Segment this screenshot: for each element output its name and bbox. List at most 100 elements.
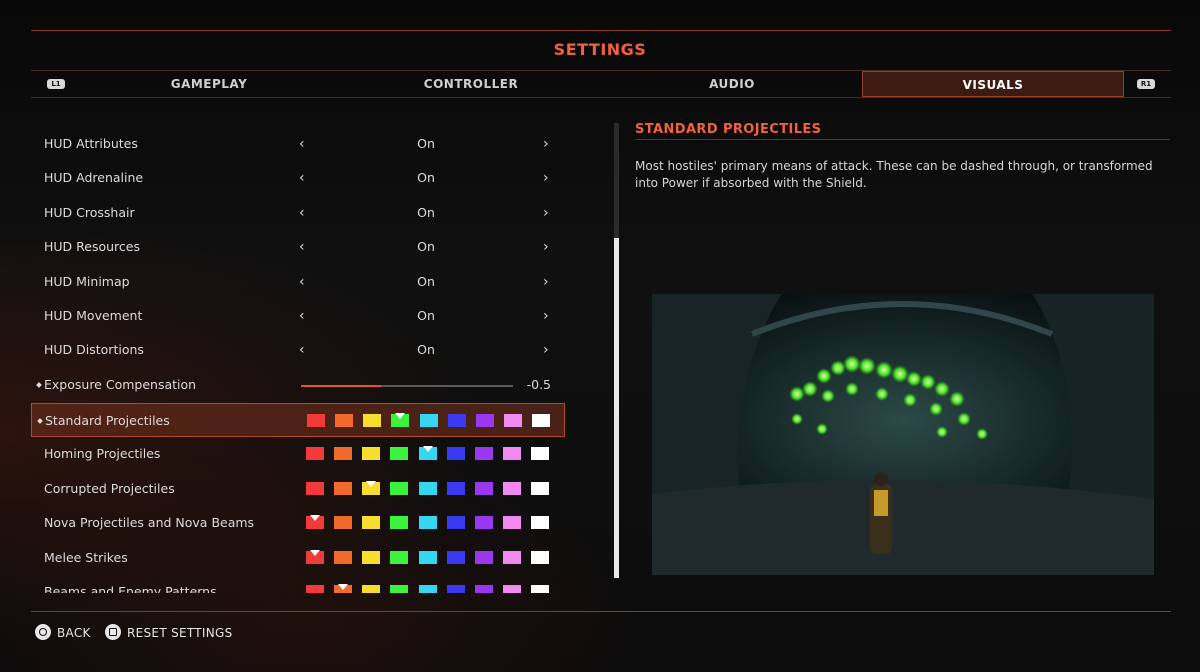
exposure-slider[interactable] xyxy=(301,385,513,387)
setting-row-toggle[interactable]: HUD Attributes ‹ On › xyxy=(31,127,565,161)
color-swatch[interactable] xyxy=(334,584,352,593)
color-swatch[interactable] xyxy=(363,414,381,427)
color-swatch[interactable] xyxy=(531,516,549,530)
color-swatch[interactable] xyxy=(420,414,438,427)
chevron-left-icon[interactable]: ‹ xyxy=(299,161,305,195)
header-divider-top xyxy=(31,30,1171,31)
setting-row-color[interactable]: Standard Projectiles xyxy=(31,403,565,437)
setting-row-toggle[interactable]: HUD Resources ‹ On › xyxy=(31,230,565,264)
chevron-left-icon[interactable]: ‹ xyxy=(299,265,305,299)
color-swatch[interactable] xyxy=(447,585,465,593)
color-swatch[interactable] xyxy=(447,481,465,495)
color-swatch[interactable] xyxy=(532,414,550,427)
setting-value: On xyxy=(417,204,435,220)
r1-bumper-icon[interactable]: R1 xyxy=(1137,79,1155,89)
color-swatch[interactable] xyxy=(531,481,549,495)
chevron-left-icon[interactable]: ‹ xyxy=(299,299,305,333)
chevron-right-icon[interactable]: › xyxy=(543,196,549,230)
setting-row-toggle[interactable]: HUD Distortions ‹ On › xyxy=(31,333,565,367)
scrollbar-thumb[interactable] xyxy=(614,238,619,578)
color-swatch[interactable] xyxy=(531,447,549,461)
color-swatch[interactable] xyxy=(306,549,324,564)
setting-row-toggle[interactable]: HUD Movement ‹ On › xyxy=(31,299,565,333)
color-swatch[interactable] xyxy=(503,585,521,593)
color-swatch[interactable] xyxy=(503,516,521,530)
setting-row-exposure[interactable]: Exposure Compensation -0.5 xyxy=(31,368,565,402)
color-swatch[interactable] xyxy=(306,585,324,593)
chevron-right-icon[interactable]: › xyxy=(543,265,549,299)
back-button[interactable]: BACK xyxy=(57,624,91,642)
setting-row-color[interactable]: Beams and Enemy Patterns xyxy=(31,575,565,593)
chevron-left-icon[interactable]: ‹ xyxy=(299,127,305,161)
setting-row-color[interactable]: Melee Strikes xyxy=(31,541,565,575)
color-swatch[interactable] xyxy=(362,447,380,461)
color-swatch[interactable] xyxy=(362,480,380,495)
color-swatch[interactable] xyxy=(475,481,493,495)
l1-bumper-icon[interactable]: L1 xyxy=(47,79,65,89)
color-swatch[interactable] xyxy=(335,414,353,427)
color-swatch[interactable] xyxy=(362,585,380,593)
chevron-left-icon[interactable]: ‹ xyxy=(299,196,305,230)
setting-row-color[interactable]: Corrupted Projectiles xyxy=(31,472,565,506)
selected-marker-icon xyxy=(366,480,376,487)
chevron-right-icon[interactable]: › xyxy=(543,333,549,367)
color-swatch[interactable] xyxy=(476,414,494,427)
color-swatch[interactable] xyxy=(362,550,380,564)
color-swatch[interactable] xyxy=(448,414,466,427)
setting-row-color[interactable]: Homing Projectiles xyxy=(31,437,565,471)
color-swatch[interactable] xyxy=(334,447,352,461)
color-swatch[interactable] xyxy=(531,585,549,593)
color-swatch[interactable] xyxy=(306,447,324,461)
color-swatch[interactable] xyxy=(391,413,409,427)
color-swatch[interactable] xyxy=(475,550,493,564)
settings-scrollbar[interactable] xyxy=(614,123,619,578)
chevron-right-icon[interactable]: › xyxy=(543,127,549,161)
chevron-right-icon[interactable]: › xyxy=(543,299,549,333)
tab-controller[interactable]: CONTROLLER xyxy=(341,71,601,97)
tab-visuals[interactable]: VISUALS xyxy=(862,71,1124,97)
color-swatch[interactable] xyxy=(419,446,437,461)
color-swatch[interactable] xyxy=(390,447,408,461)
setting-row-toggle[interactable]: HUD Crosshair ‹ On › xyxy=(31,196,565,230)
color-swatch[interactable] xyxy=(531,550,549,564)
chevron-right-icon[interactable]: › xyxy=(543,161,549,195)
color-swatch[interactable] xyxy=(306,481,324,495)
setting-row-color[interactable]: Nova Projectiles and Nova Beams xyxy=(31,506,565,540)
color-swatch[interactable] xyxy=(390,550,408,564)
color-swatch[interactable] xyxy=(362,516,380,530)
reset-settings-button[interactable]: RESET SETTINGS xyxy=(127,624,233,642)
color-swatch[interactable] xyxy=(334,550,352,564)
color-swatch[interactable] xyxy=(307,414,325,427)
color-swatch[interactable] xyxy=(447,516,465,530)
color-swatch[interactable] xyxy=(419,516,437,530)
color-swatch[interactable] xyxy=(503,481,521,495)
color-swatch[interactable] xyxy=(503,550,521,564)
color-swatch[interactable] xyxy=(334,516,352,530)
color-swatch[interactable] xyxy=(390,516,408,530)
tab-audio[interactable]: AUDIO xyxy=(601,71,863,97)
setting-row-toggle[interactable]: HUD Adrenaline ‹ On › xyxy=(31,161,565,195)
chevron-left-icon[interactable]: ‹ xyxy=(299,230,305,264)
color-swatch[interactable] xyxy=(504,414,522,427)
color-swatch[interactable] xyxy=(475,447,493,461)
color-swatch[interactable] xyxy=(447,447,465,461)
setting-label: Exposure Compensation xyxy=(44,377,197,392)
color-swatch[interactable] xyxy=(475,585,493,593)
color-swatch[interactable] xyxy=(419,585,437,593)
setting-value: On xyxy=(417,136,435,151)
color-swatch[interactable] xyxy=(334,481,352,495)
color-swatch[interactable] xyxy=(475,516,493,530)
color-swatch[interactable] xyxy=(419,550,437,564)
color-swatch[interactable] xyxy=(503,447,521,461)
setting-value: On xyxy=(417,273,435,289)
color-swatch[interactable] xyxy=(390,585,408,593)
chevron-right-icon[interactable]: › xyxy=(543,230,549,264)
setting-row-toggle[interactable]: HUD Minimap ‹ On › xyxy=(31,265,565,299)
color-swatch[interactable] xyxy=(306,515,324,530)
tab-bar: L1 GAMEPLAY CONTROLLER AUDIO VISUALS R1 xyxy=(31,70,1171,98)
tab-gameplay[interactable]: GAMEPLAY xyxy=(79,71,339,97)
color-swatch[interactable] xyxy=(390,481,408,495)
chevron-left-icon[interactable]: ‹ xyxy=(299,333,305,367)
color-swatch[interactable] xyxy=(447,550,465,564)
color-swatch[interactable] xyxy=(419,481,437,495)
